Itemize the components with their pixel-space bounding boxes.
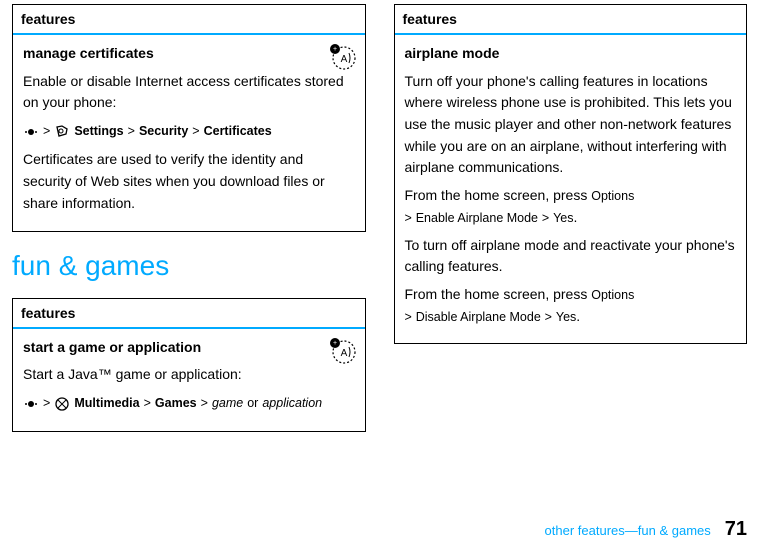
settings-label: Settings (74, 122, 123, 141)
manage-certificates-body1: Enable or disable Internet access certif… (23, 71, 355, 114)
gt: > (192, 122, 199, 141)
settings-icon (54, 124, 70, 140)
svg-text:A: A (340, 54, 347, 65)
airplane-body4a: From the home screen, press (405, 286, 592, 302)
key-press-icon (23, 396, 39, 412)
gt: > (128, 122, 135, 141)
period: . (574, 209, 578, 225)
svg-text:A: A (340, 348, 347, 359)
gt: > (43, 394, 50, 413)
airplane-body1: Turn off your phone's calling features i… (405, 71, 737, 179)
features-box-certificates: features + A manage certificates Enable … (12, 4, 366, 232)
options-label: Options (591, 288, 634, 302)
period: . (576, 308, 580, 324)
gt: > (405, 211, 412, 225)
page-footer: other features—fun & games 71 (545, 518, 747, 541)
certificates-label: Certificates (204, 122, 272, 141)
airplane-enable-path: From the home screen, press Options > En… (405, 185, 737, 228)
svg-text:+: + (332, 340, 336, 347)
footer-page-number: 71 (725, 518, 747, 541)
airplane-body3: To turn off airplane mode and reactivate… (405, 235, 737, 278)
manage-certificates-cell: + A manage certificates Enable or disabl… (13, 35, 365, 231)
options-label: Options (591, 189, 634, 203)
start-game-body1: Start a Java™ game or application: (23, 364, 355, 386)
yes-label: Yes (556, 310, 576, 324)
enable-airplane-label: Enable Airplane Mode (416, 211, 538, 225)
features-header: features (13, 299, 365, 329)
key-press-icon (23, 124, 39, 140)
certificates-menu-path: > Settings > Security > Certificates (23, 122, 355, 141)
application-italic: application (262, 394, 322, 413)
games-label: Games (155, 394, 197, 413)
gt: > (545, 310, 552, 324)
manage-certificates-title: manage certificates (23, 43, 355, 65)
yes-label: Yes (553, 211, 573, 225)
gt: > (542, 211, 549, 225)
features-box-games: features + A start a game or application… (12, 298, 366, 433)
multimedia-icon (54, 396, 70, 412)
airplane-body2a: From the home screen, press (405, 187, 592, 203)
disable-airplane-label: Disable Airplane Mode (416, 310, 541, 324)
antenna-icon: + A (327, 335, 357, 365)
gt: > (144, 394, 151, 413)
airplane-mode-cell: airplane mode Turn off your phone's call… (395, 35, 747, 343)
antenna-icon: + A (327, 41, 357, 71)
security-label: Security (139, 122, 188, 141)
multimedia-label: Multimedia (74, 394, 139, 413)
gt: > (43, 122, 50, 141)
airplane-disable-path: From the home screen, press Options > Di… (405, 284, 737, 327)
features-header: features (395, 5, 747, 35)
features-header: features (13, 5, 365, 35)
features-box-airplane: features airplane mode Turn off your pho… (394, 4, 748, 344)
gt: > (201, 394, 208, 413)
right-column: features airplane mode Turn off your pho… (394, 4, 748, 450)
game-italic: game (212, 394, 243, 413)
start-game-cell: + A start a game or application Start a … (13, 329, 365, 432)
start-game-title: start a game or application (23, 337, 355, 359)
gt: > (405, 310, 412, 324)
or-text: or (247, 394, 258, 413)
games-menu-path: > Multimedia > Games > game or applicati… (23, 394, 355, 413)
left-column: features + A manage certificates Enable … (12, 4, 366, 450)
footer-label: other features—fun & games (545, 523, 711, 538)
manage-certificates-body2: Certificates are used to verify the iden… (23, 149, 355, 214)
airplane-mode-title: airplane mode (405, 43, 737, 65)
fun-and-games-heading: fun & games (12, 250, 366, 282)
svg-text:+: + (332, 46, 336, 53)
